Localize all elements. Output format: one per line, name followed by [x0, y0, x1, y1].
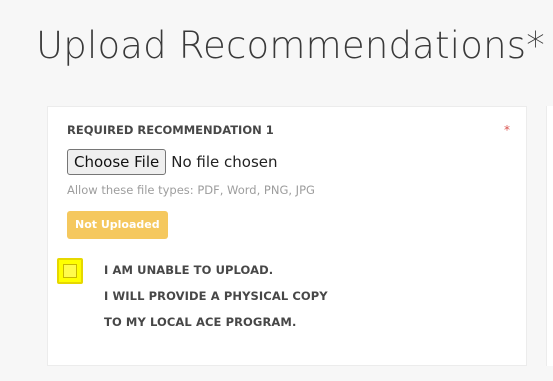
next-card-edge [546, 106, 553, 366]
file-status-text: No file chosen [171, 153, 278, 171]
allowed-file-types: Allow these file types: PDF, Word, PNG, … [67, 183, 315, 197]
choose-file-button[interactable]: Choose File [67, 149, 167, 175]
recommendation-label: REQUIRED RECOMMENDATION 1 [67, 123, 274, 137]
recommendation-card: REQUIRED RECOMMENDATION 1 * Choose File … [47, 106, 527, 366]
required-marker: * [504, 123, 510, 137]
unable-label-line-3: TO MY LOCAL ACE PROGRAM. [104, 315, 297, 329]
unable-to-upload-label[interactable]: I AM UNABLE TO UPLOAD. I WILL PROVIDE A … [104, 263, 328, 341]
unable-label-line-1: I AM UNABLE TO UPLOAD. [104, 263, 274, 277]
page-title: Upload Recommendations* [36, 24, 545, 67]
status-badge: Not Uploaded [67, 211, 168, 239]
unable-to-upload-checkbox[interactable] [57, 258, 83, 284]
file-input: Choose File No file chosen [67, 149, 278, 175]
unable-label-line-2: I WILL PROVIDE A PHYSICAL COPY [104, 289, 328, 303]
checkbox-box [63, 264, 77, 278]
